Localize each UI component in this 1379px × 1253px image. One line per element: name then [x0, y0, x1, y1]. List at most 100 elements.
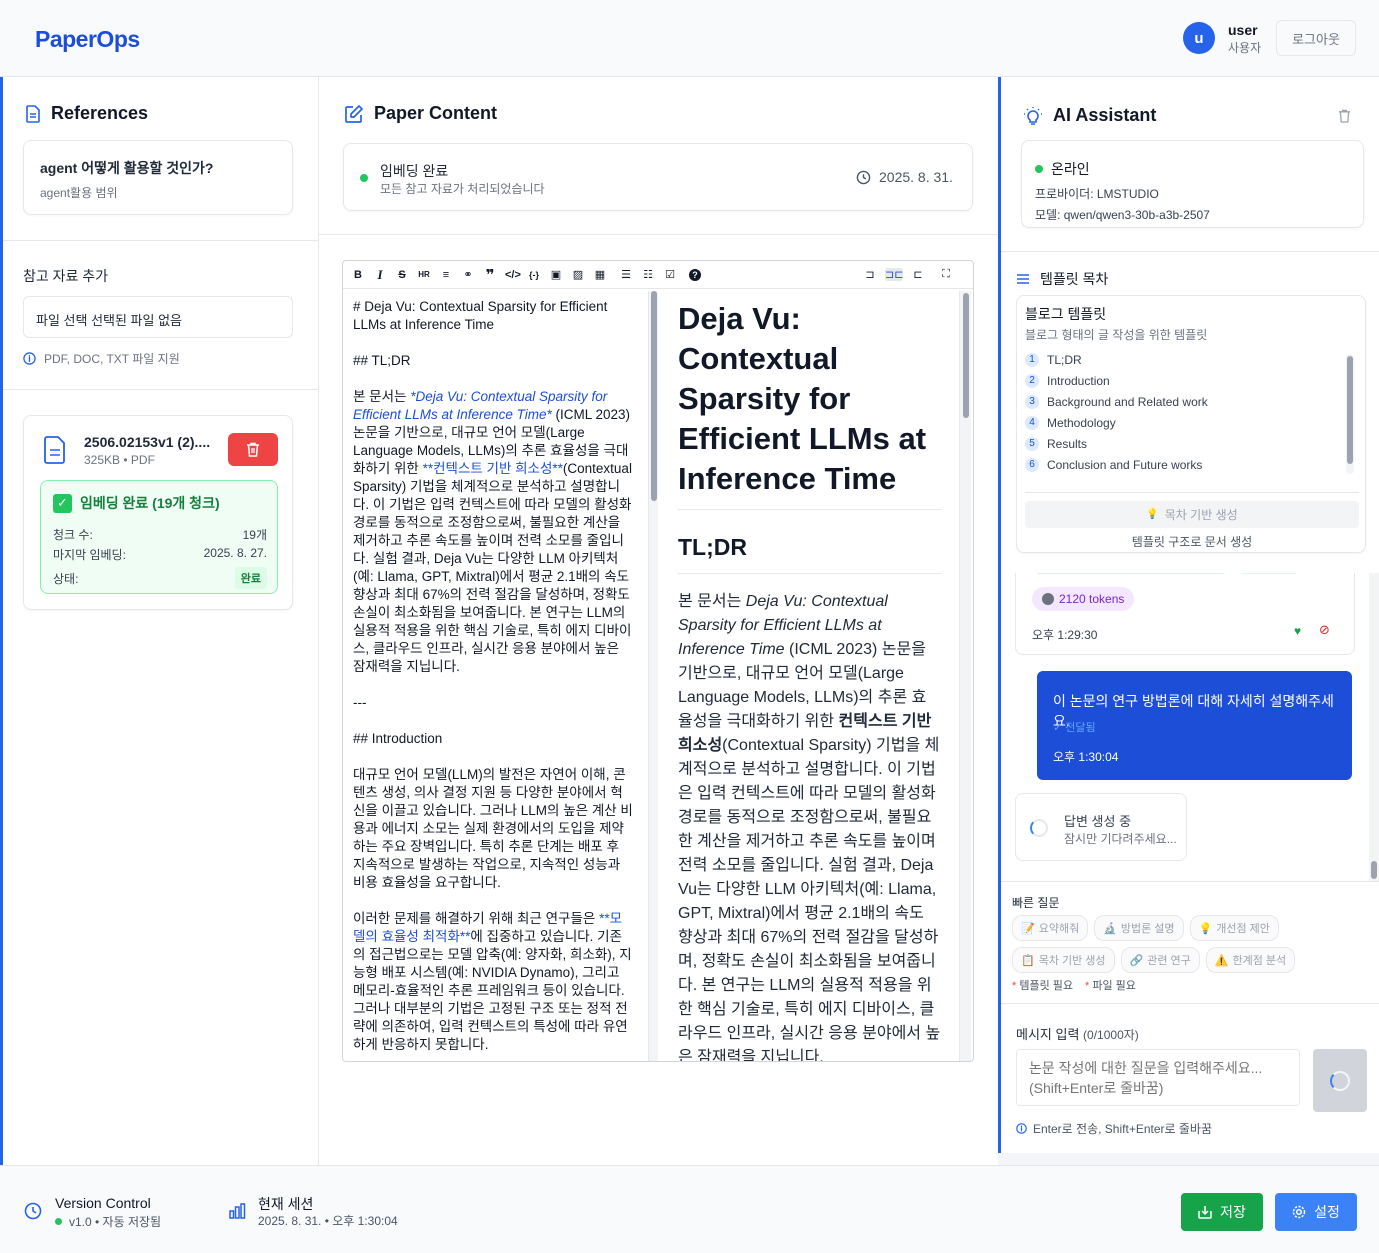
divider — [1001, 881, 1379, 882]
checklist-icon[interactable]: ☑ — [663, 268, 677, 281]
quick-question-label: 방법론 설명 — [1120, 923, 1175, 935]
quote-icon[interactable]: ❞ — [483, 266, 497, 284]
quick-question-chip[interactable]: ⚠️ 한계점 분석 — [1205, 947, 1296, 973]
split-mode-icon[interactable]: ⊐⊏ — [885, 268, 903, 281]
quick-question-chip[interactable]: 💡 개선점 제안 — [1189, 915, 1279, 941]
toc-item[interactable]: 6 Conclusion and Future works — [1025, 454, 1345, 475]
unordered-list-icon[interactable]: ☰ — [619, 268, 633, 281]
image-icon[interactable]: ▨ — [571, 268, 585, 281]
quick-question-icon: 📝 — [1021, 922, 1035, 935]
last-embed-row: 마지막 임베딩: 2025. 8. 27. — [53, 546, 267, 563]
preview-heading-tldr: TL;DR — [678, 534, 941, 574]
code-icon[interactable]: </> — [505, 269, 521, 281]
character-count: (0/1000자) — [1083, 1028, 1139, 1042]
delete-file-button[interactable] — [228, 433, 278, 466]
heading-icon[interactable]: ≡ — [439, 269, 453, 281]
quick-question-icon: 🔬 — [1103, 922, 1117, 935]
chat-area[interactable]: 2120 tokens 오후 1:29:30 ♥ ⊘ 이 논문의 연구 방법론에… — [1001, 573, 1368, 881]
ordered-list-icon[interactable]: ☷ — [641, 268, 655, 281]
file-meta: 325KB • PDF — [84, 453, 155, 467]
markdown-source-pane[interactable]: # Deja Vu: Contextual Sparsity for Effic… — [343, 289, 643, 1061]
preview-mode-icon[interactable]: ⊏ — [911, 268, 925, 281]
italic-button[interactable]: I — [373, 267, 387, 283]
toc-scrollbar[interactable] — [1346, 354, 1354, 474]
quick-question-chip[interactable]: 📝 요약해줘 — [1012, 915, 1089, 941]
fullscreen-icon[interactable]: ⛶ — [939, 268, 953, 281]
settings-button[interactable]: 설정 — [1275, 1193, 1357, 1231]
reference-item[interactable]: agent 어떻게 활용할 것인가? agent활용 범위 — [23, 140, 293, 215]
gear-icon — [1292, 1205, 1306, 1219]
message-time: 오후 1:29:30 — [1032, 628, 1098, 642]
scroll-thumb[interactable] — [1347, 356, 1353, 464]
paper-content-header: Paper Content — [344, 103, 497, 124]
info-icon — [23, 352, 36, 365]
hr-button[interactable]: HR — [417, 270, 431, 279]
scroll-thumb[interactable] — [651, 291, 657, 501]
version-control-title[interactable]: Version Control — [55, 1195, 151, 1211]
clock-icon — [856, 170, 871, 184]
scroll-thumb[interactable] — [963, 293, 969, 418]
source-scrollbar[interactable] — [648, 291, 658, 1061]
app-logo[interactable]: PaperOps — [35, 26, 140, 53]
generating-message: 답변 생성 중 잠시만 기다려주세요... — [1015, 793, 1187, 861]
file-name: 2506.02153v1 (2).... — [84, 434, 211, 450]
toc-item[interactable]: 3 Background and Related work — [1025, 391, 1345, 412]
md-hr: --- — [353, 695, 367, 710]
preview-scrollbar[interactable] — [959, 291, 971, 1061]
editor-toolbar: B I S HR ≡ ⚭ ❞ </> {-} ▣ ▨ ▦ ☰ ☷ ☑ ? ⊐ ⊐… — [343, 261, 973, 289]
state-row: 상태: 완료 — [53, 567, 267, 589]
divider — [1001, 251, 1379, 252]
ai-assistant-header: AI Assistant — [1023, 105, 1156, 126]
save-button[interactable]: 저장 — [1181, 1193, 1263, 1231]
toc-item[interactable]: 5 Results — [1025, 433, 1345, 454]
session-title: 현재 세션 — [258, 1196, 314, 1212]
code-block-icon[interactable]: {-} — [527, 270, 541, 280]
quick-question-chip[interactable]: 📋 목차 기반 생성 — [1012, 947, 1115, 973]
toc-item[interactable]: 2 Introduction — [1025, 370, 1345, 391]
trash-icon[interactable] — [1338, 109, 1351, 123]
input-hint: Enter로 전송, Shift+Enter로 줄바꿈 — [1016, 1120, 1212, 1137]
toc-item-label: Conclusion and Future works — [1047, 457, 1203, 472]
generating-title: 답변 생성 중 — [1064, 814, 1132, 829]
divider — [1025, 492, 1359, 493]
scroll-thumb[interactable] — [1371, 861, 1377, 879]
link-icon[interactable]: ⚭ — [461, 268, 475, 281]
edit-mode-icon[interactable]: ⊐ — [863, 268, 877, 281]
message-input[interactable] — [1016, 1049, 1300, 1106]
file-input[interactable]: 파일 선택 선택된 파일 없음 — [23, 296, 293, 338]
tag-pill — [1240, 573, 1298, 574]
last-embed-value: 2025. 8. 27. — [203, 546, 267, 560]
file-hint-text: PDF, DOC, TXT 파일 지원 — [44, 352, 180, 366]
save-icon — [1198, 1206, 1212, 1219]
comment-icon[interactable]: ▣ — [549, 268, 563, 281]
toc-item[interactable]: 1 TL;DR — [1025, 349, 1345, 370]
bold-button[interactable]: B — [351, 269, 365, 281]
quick-question-chip[interactable]: 🔗 관련 연구 — [1120, 947, 1200, 973]
lightbulb-icon: 💡 — [1146, 509, 1159, 520]
last-embed-label: 마지막 임베딩: — [53, 548, 126, 562]
send-button[interactable] — [1313, 1049, 1367, 1112]
heart-icon[interactable]: ♥ — [1294, 624, 1301, 638]
help-icon[interactable]: ? — [689, 268, 701, 281]
quick-question-icon: 💡 — [1198, 922, 1213, 935]
toc-item[interactable]: 4 Methodology — [1025, 412, 1345, 433]
chat-scrollbar[interactable] — [1369, 573, 1379, 881]
chunk-label: 청크 수: — [53, 528, 93, 542]
user-role: 사용자 — [1228, 41, 1262, 55]
user-name: user — [1228, 22, 1258, 38]
toc-item-label: Results — [1047, 436, 1088, 451]
version-control-status: v1.0 • 자동 저장됨 — [55, 1213, 161, 1230]
token-badge: 2120 tokens — [1032, 587, 1135, 611]
document-icon — [26, 104, 40, 123]
table-icon[interactable]: ▦ — [593, 268, 607, 281]
strike-button[interactable]: S — [395, 269, 409, 281]
quick-question-chip[interactable]: 🔬 방법론 설명 — [1094, 915, 1184, 941]
block-icon[interactable]: ⊘ — [1319, 622, 1330, 638]
quick-question-label: 개선점 제안 — [1216, 923, 1270, 935]
logout-button[interactable]: 로그아웃 — [1276, 20, 1356, 56]
toc-generate-button[interactable]: 💡 목차 기반 생성 — [1025, 501, 1359, 528]
provider-label: 프로바이더: LMSTUDIO — [1035, 187, 1159, 201]
template-name: 블로그 템플릿 — [1025, 306, 1107, 322]
markdown-editor[interactable]: B I S HR ≡ ⚭ ❞ </> {-} ▣ ▨ ▦ ☰ ☷ ☑ ? ⊐ ⊐… — [342, 260, 974, 1062]
avatar[interactable]: u — [1183, 22, 1215, 54]
